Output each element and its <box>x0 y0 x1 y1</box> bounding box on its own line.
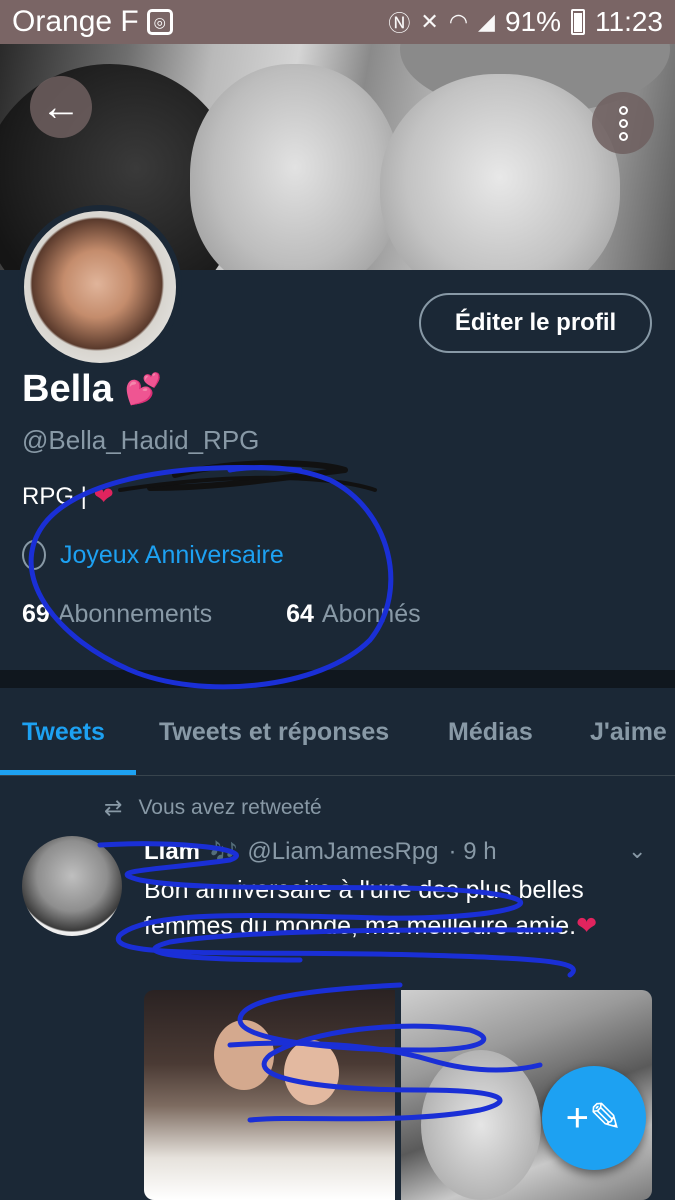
bio-text: RPG | <box>22 483 94 510</box>
heart-emoji: ❤ <box>93 483 114 510</box>
retweet-indicator: ⇄ Vous avez retweeté <box>104 795 322 821</box>
arrow-left-icon: ← <box>41 84 81 129</box>
profile-stats: 69 Abonnements 64 Abonnés <box>22 600 421 629</box>
mute-icon: ✕ <box>420 9 439 34</box>
profile-name: Bella <box>22 368 113 410</box>
active-tab-indicator <box>0 770 136 775</box>
tweet-time: · 9 h <box>448 838 497 865</box>
carrier-label: Orange F <box>12 5 139 38</box>
edit-profile-button[interactable]: Éditer le profil <box>419 293 652 353</box>
profile-name-row: Bella 💕 <box>22 368 162 411</box>
tweet-header: Liam 🎶 @LiamJamesRpg · 9 h <box>144 838 497 866</box>
nfc-icon: Ⓝ <box>388 11 411 36</box>
clock: 11:23 <box>595 6 663 37</box>
birthday-row: Joyeux Anniversaire <box>22 540 284 570</box>
profile-tabs: Tweets Tweets et réponses Médias J'aime <box>0 688 675 776</box>
more-options-button[interactable] <box>592 92 654 154</box>
tweet-photo-1[interactable] <box>144 990 395 1200</box>
tweet-author-handle[interactable]: @LiamJamesRpg <box>247 838 438 866</box>
tweet-text: Bon anniversaire à l'une des plus belles… <box>144 872 644 944</box>
tweet-author-name[interactable]: Liam <box>144 838 200 866</box>
chevron-down-icon[interactable]: ⌄ <box>628 838 646 864</box>
tab-tweets[interactable]: Tweets <box>22 718 105 747</box>
retweet-icon: ⇄ <box>104 795 123 820</box>
profile-bio: RPG | ❤ <box>22 482 114 511</box>
tweet-author-avatar[interactable] <box>22 836 122 936</box>
profile-handle: @Bella_Hadid_RPG <box>22 425 260 455</box>
retweet-label: Vous avez retweeté <box>138 796 322 819</box>
banner-photo-face-left <box>190 64 400 270</box>
status-bar: Orange F ◎ Ⓝ ✕ ◠ ◢ 91% 11:23 <box>0 0 675 44</box>
birthday-text: Joyeux Anniversaire <box>60 540 284 569</box>
followers-label: Abonnés <box>321 600 421 628</box>
tab-media[interactable]: Médias <box>448 718 533 747</box>
compose-tweet-button[interactable]: +✎ <box>542 1066 646 1170</box>
battery-percent: 91% <box>504 6 561 37</box>
tweet-heart-emoji: ❤ <box>576 912 598 940</box>
profile-avatar[interactable] <box>18 205 182 369</box>
tweet-body: Bon anniversaire à l'une des plus belles… <box>144 876 584 940</box>
signal-icon: ◢ <box>478 9 495 34</box>
compose-feather-icon: +✎ <box>565 1096 623 1140</box>
battery-icon <box>571 9 585 35</box>
more-vertical-icon <box>618 105 628 115</box>
back-button[interactable]: ← <box>30 76 92 138</box>
tab-likes[interactable]: J'aime <box>590 718 667 747</box>
wifi-icon: ◠ <box>448 9 469 34</box>
following-stat[interactable]: 69 Abonnements <box>22 600 212 629</box>
tab-tweets-replies[interactable]: Tweets et réponses <box>159 718 389 747</box>
following-count: 69 <box>22 600 50 628</box>
following-label: Abonnements <box>57 600 213 628</box>
camera-notification-icon: ◎ <box>146 9 173 35</box>
hearts-emoji: 💕 <box>124 373 163 406</box>
followers-stat[interactable]: 64 Abonnés <box>286 600 421 629</box>
balloon-icon <box>22 540 46 570</box>
music-notes-emoji: 🎶 <box>210 839 238 864</box>
section-divider <box>0 670 675 688</box>
banner-photo-face-right <box>380 74 620 270</box>
followers-count: 64 <box>286 600 314 628</box>
